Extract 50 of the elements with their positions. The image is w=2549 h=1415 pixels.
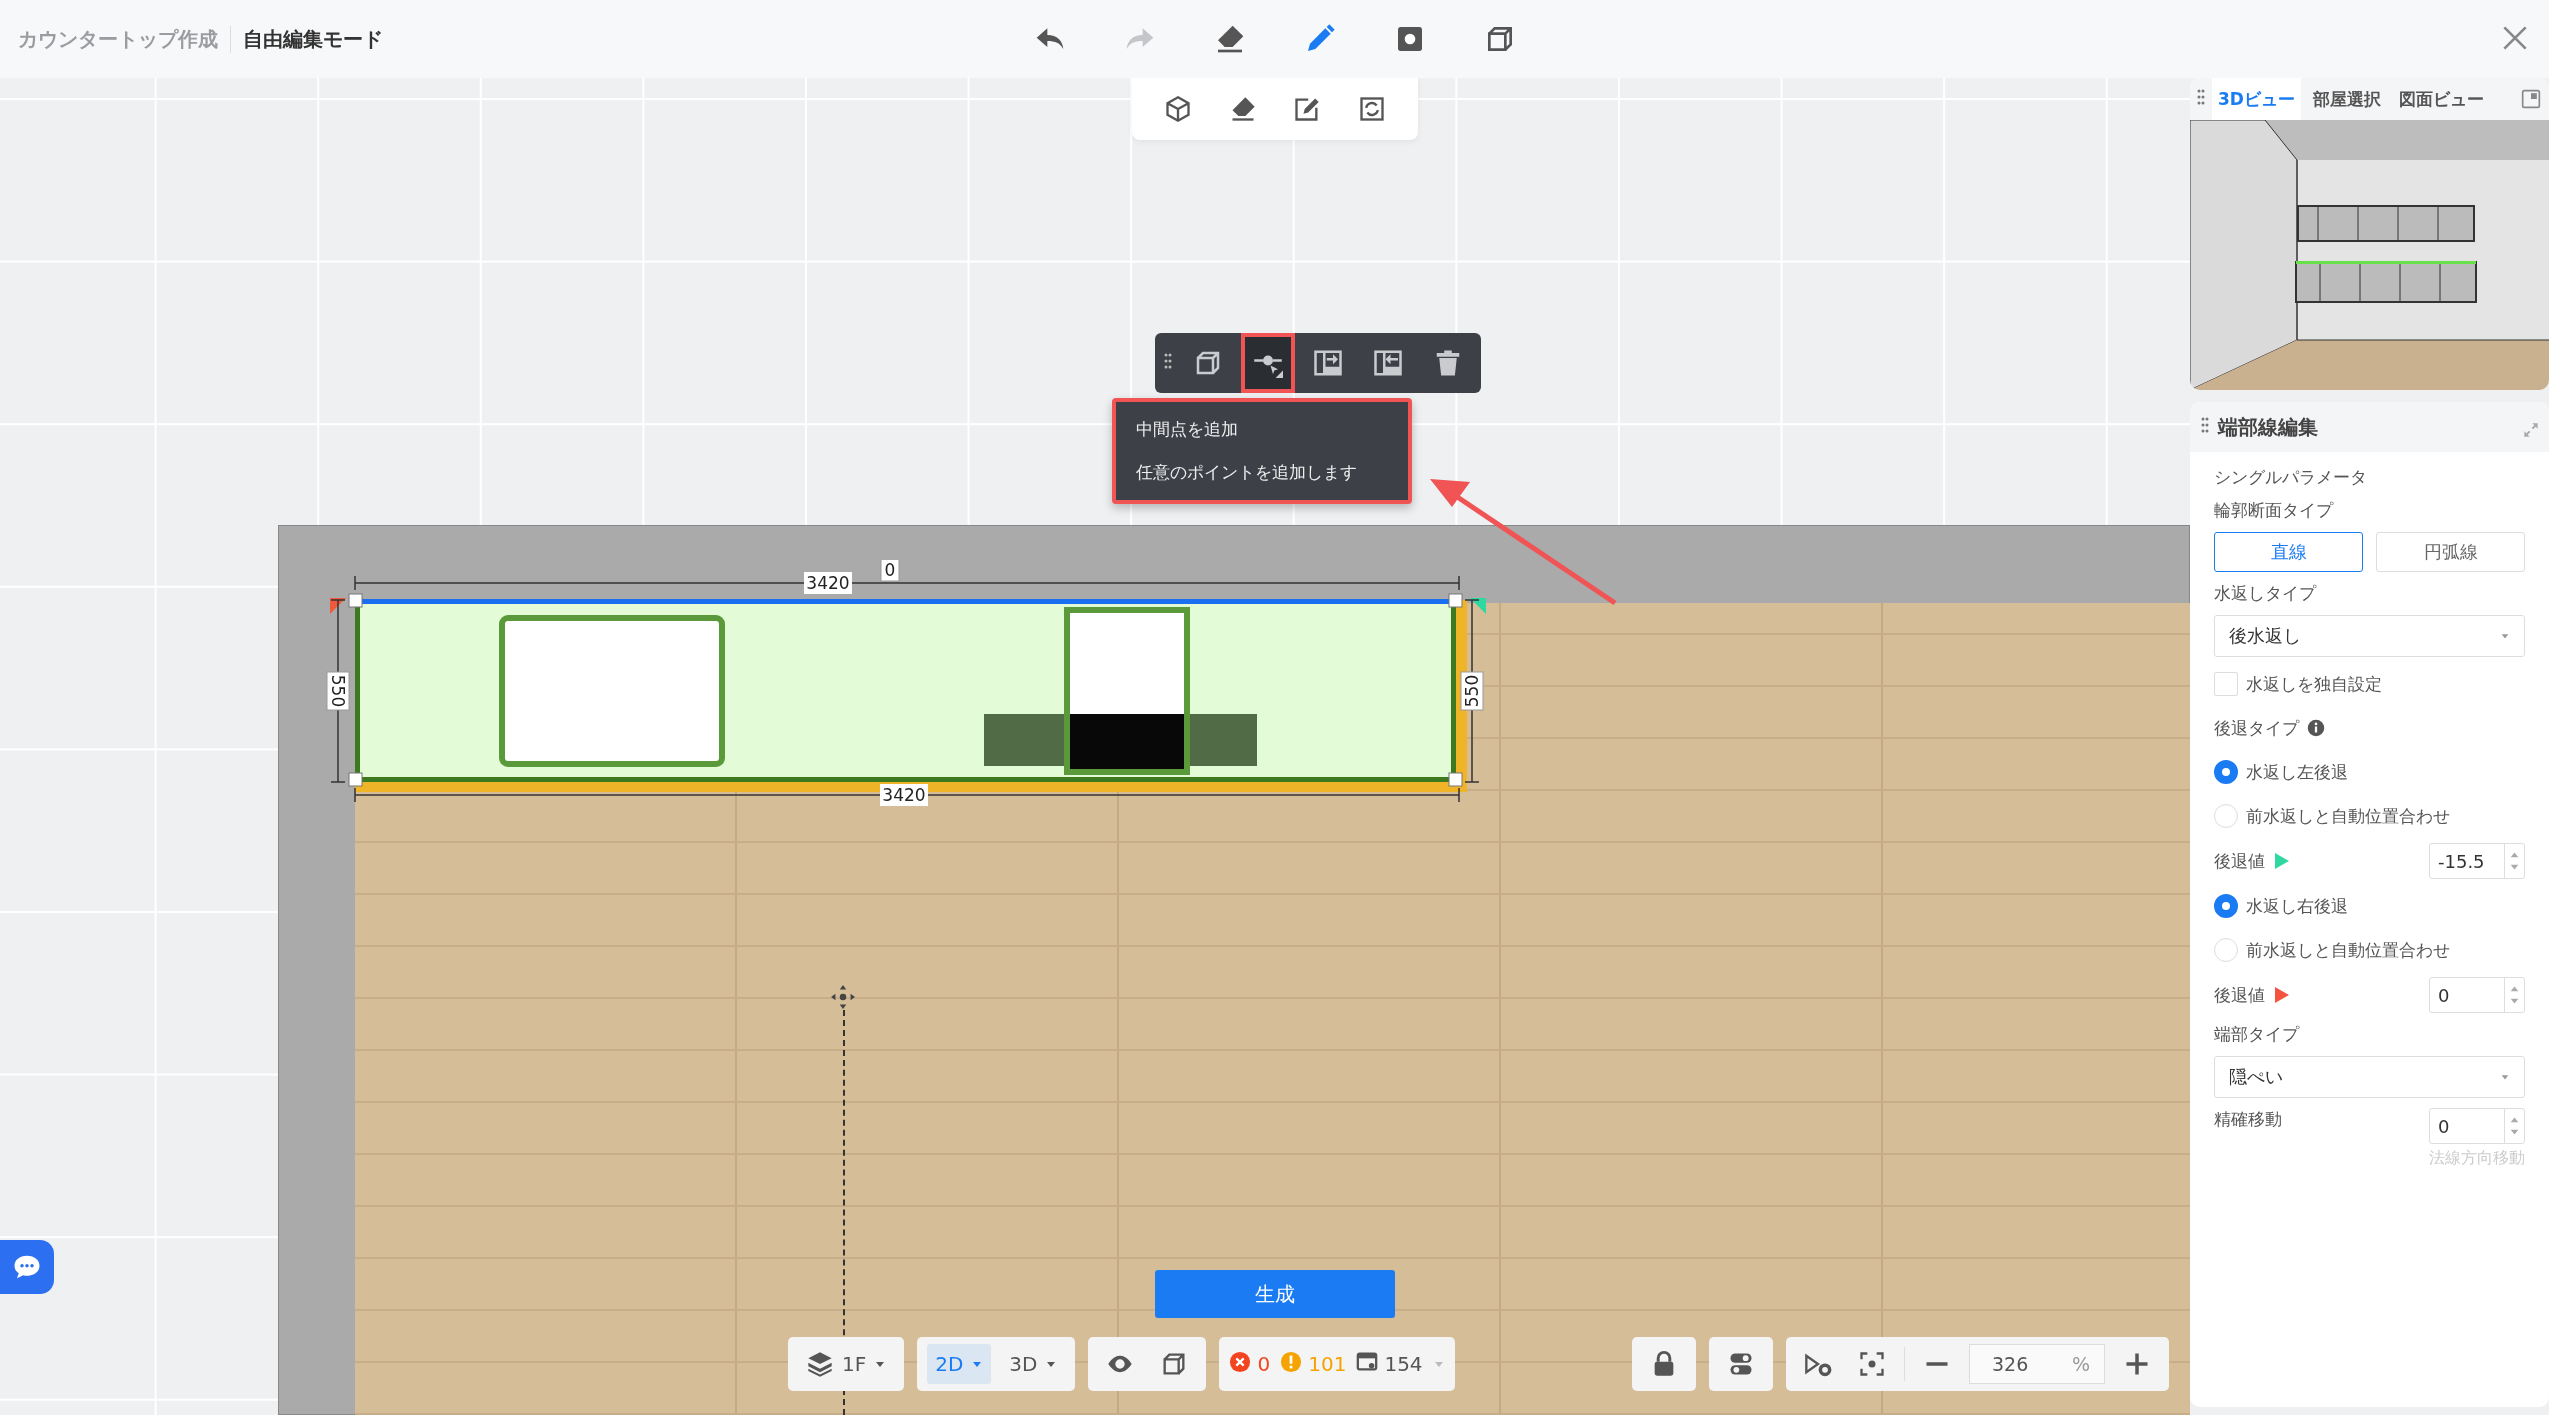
field-label: 精確移動 xyxy=(2214,1108,2282,1131)
checkbox-label: 水返しを独自設定 xyxy=(2246,672,2382,696)
dimension-label: 550 xyxy=(1460,671,1484,711)
dropdown[interactable]: 後水返し xyxy=(2214,615,2525,657)
radio-button[interactable] xyxy=(2214,760,2238,784)
field-label: 輪郭断面タイプ xyxy=(2214,499,2335,522)
field-label: 後退タイプ xyxy=(2214,716,2299,740)
generate-button[interactable]: 生成 xyxy=(1155,1270,1395,1318)
radio-label: 水返し左後退 xyxy=(2246,760,2348,784)
field-label: 端部タイプ xyxy=(2214,1023,2301,1046)
view-tab[interactable]: 部屋選択 xyxy=(2306,78,2387,121)
info-icon[interactable] xyxy=(2307,719,2325,737)
radio-label: 前水返しと自動位置合わせ xyxy=(2246,804,2450,828)
add-point-icon[interactable] xyxy=(1243,335,1293,391)
dimension-label: 3420 xyxy=(804,572,852,594)
panel-toggle-icon[interactable] xyxy=(2521,89,2541,109)
error-count: 0 xyxy=(1257,1352,1271,1376)
layers-icon xyxy=(806,1350,834,1378)
chat-button[interactable] xyxy=(0,1240,54,1294)
menu-item[interactable]: 任意のポイントを追加します xyxy=(1116,451,1408,494)
item-count: 154 xyxy=(1384,1352,1423,1376)
view-tab[interactable]: 3D xyxy=(1001,1344,1066,1384)
number-field[interactable]: 0 xyxy=(2429,1108,2525,1144)
checkbox[interactable] xyxy=(2214,672,2238,696)
number-field[interactable]: 0 xyxy=(2429,977,2525,1013)
field-label: 後退値 xyxy=(2214,849,2265,873)
move-icon[interactable] xyxy=(830,984,856,1010)
floor-button[interactable]: 1F xyxy=(798,1344,895,1384)
view-tab[interactable]: 図面ビュー xyxy=(2392,78,2490,121)
mode-title: 自由編集モード xyxy=(242,25,383,53)
radio-label: 水返し右後退 xyxy=(2246,894,2348,918)
dimension-label: 3420 xyxy=(880,784,928,806)
caret-icon xyxy=(2500,631,2510,641)
view-tab[interactable]: 3Dビュー xyxy=(2212,78,2301,121)
warning-count: 101 xyxy=(1308,1352,1347,1376)
number-field[interactable]: -15.5 xyxy=(2429,843,2525,879)
caret-icon xyxy=(2500,1072,2510,1082)
segment-button[interactable]: 直線 xyxy=(2214,532,2363,572)
offset-label: 0 xyxy=(880,560,900,582)
field-label: 後退値 xyxy=(2214,983,2265,1007)
zoom-field[interactable]: 326 % xyxy=(1969,1344,2105,1384)
radio-label: 前水返しと自動位置合わせ xyxy=(2246,938,2450,962)
dimension-label: 550 xyxy=(326,671,350,711)
field-label: 水返しタイプ xyxy=(2214,582,2318,605)
segment-button[interactable]: 円弧線 xyxy=(2376,532,2525,572)
panel-title: 端部線編集 xyxy=(2218,413,2318,441)
section-label: シングルパラメータ xyxy=(2214,466,2368,489)
dropdown[interactable]: 隠ぺい xyxy=(2214,1056,2525,1098)
radio-button[interactable] xyxy=(2214,894,2238,918)
menu-item[interactable]: 中間点を追加 xyxy=(1116,408,1408,451)
